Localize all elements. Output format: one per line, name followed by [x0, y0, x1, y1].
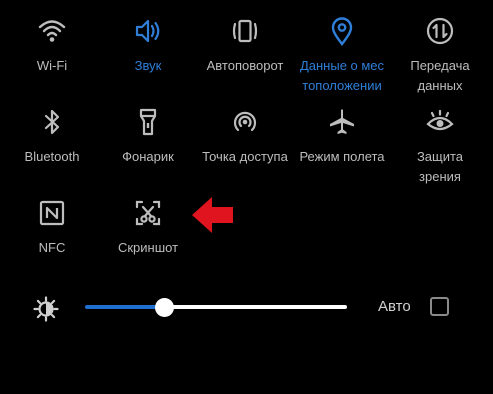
brightness-icon: [33, 296, 59, 322]
tile-label: Фонарик: [122, 149, 174, 164]
auto-brightness-checkbox[interactable]: [430, 297, 449, 316]
flashlight-icon: [133, 107, 163, 137]
tile-label: Автоповорот: [206, 58, 284, 73]
sound-icon: [133, 16, 163, 46]
tile-hotspot[interactable]: Точка доступа: [197, 107, 293, 167]
tile-screenshot[interactable]: Скриншот: [100, 198, 196, 258]
tile-wifi[interactable]: Wi-Fi: [4, 16, 100, 76]
tile-label-line: Передача: [410, 58, 470, 73]
tile-nfc[interactable]: NFC: [4, 198, 100, 258]
slider-track: [164, 305, 347, 309]
tile-label: Bluetooth: [24, 149, 80, 164]
wifi-icon: [37, 16, 67, 46]
tile-airplane[interactable]: Режим полета: [294, 107, 390, 167]
tile-autorotate[interactable]: Автоповорот: [197, 16, 293, 76]
tile-label-line: Защита: [416, 149, 464, 164]
tile-eye-protection[interactable]: Защита зрения: [392, 107, 488, 187]
tile-label-line: зрения: [419, 169, 461, 184]
hotspot-icon: [230, 107, 260, 137]
data-transfer-icon: [425, 16, 455, 46]
red-arrow-icon: [190, 195, 235, 235]
tile-label-line: данных: [417, 78, 463, 93]
bluetooth-icon: [37, 107, 67, 137]
tile-label: Точка доступа: [202, 149, 288, 164]
nfc-icon: [37, 198, 67, 228]
tile-bluetooth[interactable]: Bluetooth: [4, 107, 100, 167]
tile-label: Данные о мес тоположении: [294, 56, 390, 96]
tile-label: Режим полета: [299, 149, 385, 164]
slider-thumb[interactable]: [155, 298, 174, 317]
tile-data-transfer[interactable]: Передача данных: [392, 16, 488, 96]
tile-label: Wi-Fi: [36, 58, 68, 73]
screenshot-icon: [133, 198, 163, 228]
brightness-slider[interactable]: [85, 298, 347, 318]
auto-brightness-label: Авто: [378, 298, 411, 315]
tile-label: Звук: [134, 58, 162, 73]
slider-track-fill: [85, 305, 164, 309]
tile-label: NFC: [38, 240, 66, 255]
location-icon: [327, 16, 357, 46]
autorotate-icon: [230, 16, 260, 46]
tile-label-line: тоположении: [302, 78, 382, 93]
airplane-icon: [327, 107, 357, 137]
tile-label: Скриншот: [117, 240, 179, 255]
tile-location[interactable]: Данные о мес тоположении: [294, 16, 390, 96]
tile-label: Передача данных: [392, 56, 488, 96]
eye-protection-icon: [425, 107, 455, 137]
tile-flashlight[interactable]: Фонарик: [100, 107, 196, 167]
tile-sound[interactable]: Звук: [100, 16, 196, 76]
tile-label: Защита зрения: [392, 147, 488, 187]
tile-label-line: Данные о мес: [299, 58, 385, 73]
